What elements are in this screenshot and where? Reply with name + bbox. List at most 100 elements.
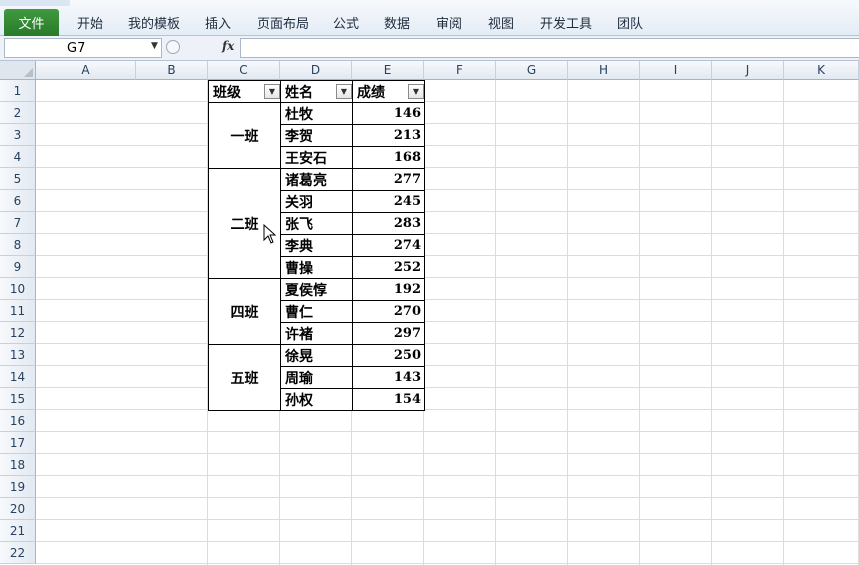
row-header-11[interactable]: 11 (0, 300, 36, 322)
column-header-b[interactable]: B (136, 61, 208, 80)
gridline (36, 167, 859, 168)
header-score[interactable]: 成绩 ▼ (352, 80, 425, 103)
row-header-18[interactable]: 18 (0, 454, 36, 476)
tab-home[interactable]: 开始 (77, 13, 103, 32)
formula-expand-icon[interactable] (166, 40, 180, 54)
name-cell[interactable]: 曹操 (280, 256, 353, 279)
row-header-10[interactable]: 10 (0, 278, 36, 300)
row-header-5[interactable]: 5 (0, 168, 36, 190)
column-header-j[interactable]: J (712, 61, 784, 80)
name-cell[interactable]: 曹仁 (280, 300, 353, 323)
row-header-4[interactable]: 4 (0, 146, 36, 168)
gridline (36, 431, 859, 432)
score-cell[interactable]: 277 (352, 168, 425, 191)
row-header-7[interactable]: 7 (0, 212, 36, 234)
insert-function-icon[interactable]: fx (222, 39, 234, 53)
row-header-19[interactable]: 19 (0, 476, 36, 498)
gridline (36, 277, 859, 278)
score-cell[interactable]: 146 (352, 102, 425, 125)
column-header-i[interactable]: I (640, 61, 712, 80)
class-cell[interactable]: 四班 (208, 278, 281, 345)
name-cell[interactable]: 杜牧 (280, 102, 353, 125)
score-cell[interactable]: 270 (352, 300, 425, 323)
gridline (783, 80, 784, 565)
class-cell[interactable]: 一班 (208, 102, 281, 169)
name-cell[interactable]: 李贺 (280, 124, 353, 147)
name-cell[interactable]: 许褚 (280, 322, 353, 345)
row-header-16[interactable]: 16 (0, 410, 36, 432)
gridline (36, 541, 859, 542)
name-cell[interactable]: 诸葛亮 (280, 168, 353, 191)
formula-input[interactable] (240, 38, 859, 58)
column-header-c[interactable]: C (208, 61, 280, 80)
name-box[interactable]: G7 ▼ (4, 38, 162, 58)
filter-dropdown-icon[interactable]: ▼ (264, 84, 280, 99)
header-name[interactable]: 姓名 ▼ (280, 80, 353, 103)
name-cell[interactable]: 张飞 (280, 212, 353, 235)
name-cell[interactable]: 周瑜 (280, 366, 353, 389)
row-header-22[interactable]: 22 (0, 542, 36, 564)
filter-dropdown-icon[interactable]: ▼ (408, 84, 424, 99)
column-header-d[interactable]: D (280, 61, 352, 80)
select-all-corner[interactable] (0, 61, 36, 80)
score-cell[interactable]: 297 (352, 322, 425, 345)
tab-developer[interactable]: 开发工具 (540, 13, 592, 32)
score-cell[interactable]: 252 (352, 256, 425, 279)
row-header-9[interactable]: 9 (0, 256, 36, 278)
tab-page-layout[interactable]: 页面布局 (257, 13, 309, 32)
name-cell[interactable]: 孙权 (280, 388, 353, 411)
tab-view[interactable]: 视图 (488, 13, 514, 32)
tab-formulas[interactable]: 公式 (333, 13, 359, 32)
row-header-6[interactable]: 6 (0, 190, 36, 212)
row-header-8[interactable]: 8 (0, 234, 36, 256)
row-header-13[interactable]: 13 (0, 344, 36, 366)
row-header-21[interactable]: 21 (0, 520, 36, 542)
gridline (36, 233, 859, 234)
worksheet-grid[interactable]: ABCDEFGHIJK 1 2 3 4 5 6 7 8 9 10 11 12 13 14 15 16 17 18 1… (0, 61, 859, 565)
column-header-f[interactable]: F (424, 61, 496, 80)
row-header-14[interactable]: 14 (0, 366, 36, 388)
tab-data[interactable]: 数据 (384, 13, 410, 32)
tab-review[interactable]: 审阅 (436, 13, 462, 32)
class-cell[interactable]: 五班 (208, 344, 281, 411)
column-header-e[interactable]: E (352, 61, 424, 80)
row-header-15[interactable]: 15 (0, 388, 36, 410)
score-cell[interactable]: 245 (352, 190, 425, 213)
row-header-3[interactable]: 3 (0, 124, 36, 146)
row-header-1[interactable]: 1 (0, 80, 36, 102)
filter-dropdown-icon[interactable]: ▼ (336, 84, 352, 99)
score-cell[interactable]: 274 (352, 234, 425, 257)
row-header-2[interactable]: 2 (0, 102, 36, 124)
score-cell[interactable]: 168 (352, 146, 425, 169)
column-header-g[interactable]: G (496, 61, 568, 80)
score-cell[interactable]: 250 (352, 344, 425, 367)
chevron-down-icon[interactable]: ▼ (151, 41, 158, 51)
name-cell[interactable]: 李典 (280, 234, 353, 257)
name-cell[interactable]: 徐晃 (280, 344, 353, 367)
column-header-h[interactable]: H (568, 61, 640, 80)
tab-file[interactable]: 文件 (4, 9, 59, 36)
column-header-k[interactable]: K (784, 61, 859, 80)
score-cell[interactable]: 192 (352, 278, 425, 301)
gridline (36, 519, 859, 520)
name-cell[interactable]: 关羽 (280, 190, 353, 213)
tab-team[interactable]: 团队 (617, 13, 643, 32)
select-all-icon (24, 68, 33, 77)
tab-insert[interactable]: 插入 (205, 13, 231, 32)
gridline (567, 80, 568, 565)
header-class[interactable]: 班级 ▼ (208, 80, 281, 103)
ribbon: 文件 开始 我的模板 插入 页面布局 公式 数据 审阅 视图 开发工具 团队 (0, 0, 859, 36)
column-header-a[interactable]: A (36, 61, 136, 80)
row-header-17[interactable]: 17 (0, 432, 36, 454)
score-cell[interactable]: 283 (352, 212, 425, 235)
row-header-12[interactable]: 12 (0, 322, 36, 344)
gridline (495, 80, 496, 565)
quick-access-strip (0, 0, 70, 6)
row-header-20[interactable]: 20 (0, 498, 36, 520)
score-cell[interactable]: 143 (352, 366, 425, 389)
name-cell[interactable]: 夏侯惇 (280, 278, 353, 301)
score-cell[interactable]: 154 (352, 388, 425, 411)
tab-my-templates[interactable]: 我的模板 (128, 13, 180, 32)
score-cell[interactable]: 213 (352, 124, 425, 147)
name-cell[interactable]: 王安石 (280, 146, 353, 169)
